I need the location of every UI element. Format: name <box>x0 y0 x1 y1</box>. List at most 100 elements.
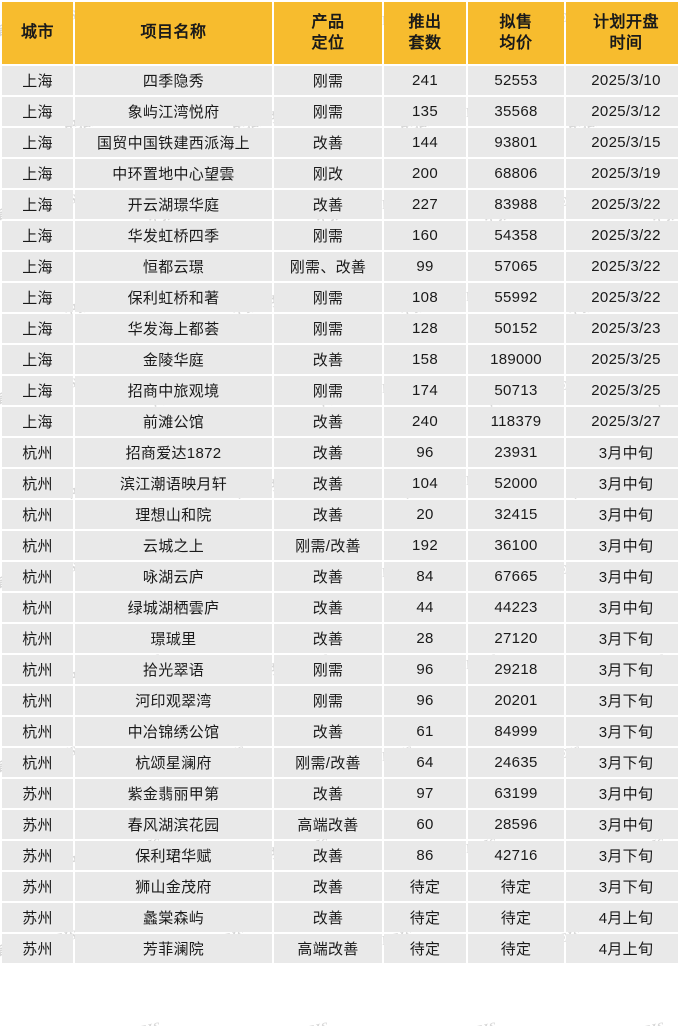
cell-launch-date: 3月下旬 <box>566 748 678 777</box>
cell-price: 57065 <box>468 252 564 281</box>
cell-city: 苏州 <box>2 810 73 839</box>
table-row: 上海 开云湖璟华庭 改善 227 83988 2025/3/22 <box>2 190 678 219</box>
cell-units: 96 <box>384 686 466 715</box>
cell-units: 86 <box>384 841 466 870</box>
table-row: 苏州 紫金翡丽甲第 改善 97 63199 3月中旬 <box>2 779 678 808</box>
column-header-city: 城市 <box>2 2 73 64</box>
cell-units: 158 <box>384 345 466 374</box>
cell-city: 上海 <box>2 128 73 157</box>
cell-product-type: 刚需/改善 <box>274 531 382 560</box>
cell-project: 象屿江湾悦府 <box>75 97 272 126</box>
cell-project: 开云湖璟华庭 <box>75 190 272 219</box>
cell-launch-date: 2025/3/23 <box>566 314 678 343</box>
cell-price: 待定 <box>468 872 564 901</box>
table-row: 上海 国贸中国铁建西派海上 改善 144 93801 2025/3/15 <box>2 128 678 157</box>
cell-product-type: 改善 <box>274 903 382 932</box>
cell-price: 待定 <box>468 903 564 932</box>
cell-price: 50713 <box>468 376 564 405</box>
cell-price: 189000 <box>468 345 564 374</box>
cell-product-type: 刚需 <box>274 314 382 343</box>
cell-price: 23931 <box>468 438 564 467</box>
cell-launch-date: 3月下旬 <box>566 686 678 715</box>
cell-city: 杭州 <box>2 469 73 498</box>
table-row: 杭州 滨江潮语映月轩 改善 104 52000 3月中旬 <box>2 469 678 498</box>
cell-project: 理想山和院 <box>75 500 272 529</box>
column-header-project: 项目名称 <box>75 2 272 64</box>
table-row: 苏州 保利珺华赋 改善 86 42716 3月下旬 <box>2 841 678 870</box>
cell-price: 待定 <box>468 934 564 963</box>
cell-units: 240 <box>384 407 466 436</box>
cell-launch-date: 3月中旬 <box>566 810 678 839</box>
cell-city: 上海 <box>2 345 73 374</box>
column-header-units-line2: 套数 <box>408 35 442 52</box>
cell-units: 20 <box>384 500 466 529</box>
cell-units: 97 <box>384 779 466 808</box>
table-row: 杭州 璟珹里 改善 28 27120 3月下旬 <box>2 624 678 653</box>
table-header: 城市 项目名称 产品 定位 推出 套数 拟售 均价 计划开盘 时间 <box>2 2 678 64</box>
cell-project: 杭颂星澜府 <box>75 748 272 777</box>
table-row: 杭州 河印观翠湾 刚需 96 20201 3月下旬 <box>2 686 678 715</box>
table-body: 上海 四季隐秀 刚需 241 52553 2025/3/10 上海 象屿江湾悦府 刚需 135 35… <box>2 66 678 963</box>
table-row: 上海 四季隐秀 刚需 241 52553 2025/3/10 <box>2 66 678 95</box>
new-offering-table: 城市 项目名称 产品 定位 推出 套数 拟售 均价 计划开盘 时间 上海 四季隐秀… <box>0 0 678 965</box>
cell-product-type: 刚改 <box>274 159 382 188</box>
cell-price: 55992 <box>468 283 564 312</box>
cell-product-type: 刚需/改善 <box>274 748 382 777</box>
cell-price: 93801 <box>468 128 564 157</box>
table-row: 杭州 招商爱达1872 改善 96 23931 3月中旬 <box>2 438 678 467</box>
cell-launch-date: 2025/3/12 <box>566 97 678 126</box>
cell-city: 杭州 <box>2 748 73 777</box>
cell-product-type: 高端改善 <box>274 934 382 963</box>
cell-project: 金陵华庭 <box>75 345 272 374</box>
cell-project: 四季隐秀 <box>75 66 272 95</box>
cell-project: 招商爱达1872 <box>75 438 272 467</box>
cell-launch-date: 3月下旬 <box>566 655 678 684</box>
cell-launch-date: 3月中旬 <box>566 500 678 529</box>
cell-units: 28 <box>384 624 466 653</box>
cell-city: 杭州 <box>2 717 73 746</box>
table-row: 杭州 绿城湖栖雲庐 改善 44 44223 3月中旬 <box>2 593 678 622</box>
column-header-product-type-line1: 产品 <box>311 13 345 31</box>
table-row: 苏州 春风湖滨花园 高端改善 60 28596 3月中旬 <box>2 810 678 839</box>
cell-product-type: 高端改善 <box>274 810 382 839</box>
cell-product-type: 改善 <box>274 717 382 746</box>
cell-city: 苏州 <box>2 934 73 963</box>
column-header-price-line2: 均价 <box>499 35 533 52</box>
cell-city: 上海 <box>2 252 73 281</box>
cell-launch-date: 2025/3/22 <box>566 283 678 312</box>
column-header-price: 拟售 均价 <box>468 2 564 64</box>
cell-launch-date: 2025/3/22 <box>566 252 678 281</box>
cell-price: 50152 <box>468 314 564 343</box>
cell-city: 杭州 <box>2 500 73 529</box>
column-header-product-type-line2: 定位 <box>311 35 345 52</box>
cell-launch-date: 2025/3/27 <box>566 407 678 436</box>
cell-units: 104 <box>384 469 466 498</box>
table-row: 上海 中环置地中心望雲 刚改 200 68806 2025/3/19 <box>2 159 678 188</box>
header-row: 城市 项目名称 产品 定位 推出 套数 拟售 均价 计划开盘 时间 <box>2 2 678 64</box>
cell-product-type: 刚需 <box>274 655 382 684</box>
cell-project: 璟珹里 <box>75 624 272 653</box>
cell-price: 29218 <box>468 655 564 684</box>
cell-units: 44 <box>384 593 466 622</box>
table-row: 苏州 狮山金茂府 改善 待定 待定 3月下旬 <box>2 872 678 901</box>
cell-city: 苏州 <box>2 872 73 901</box>
table-row: 上海 前滩公馆 改善 240 118379 2025/3/27 <box>2 407 678 436</box>
column-header-project-label: 项目名称 <box>140 24 207 42</box>
cell-product-type: 改善 <box>274 872 382 901</box>
cell-project: 中环置地中心望雲 <box>75 159 272 188</box>
cell-project: 蠡棠森屿 <box>75 903 272 932</box>
cell-price: 63199 <box>468 779 564 808</box>
cell-city: 杭州 <box>2 593 73 622</box>
table-row: 苏州 蠡棠森屿 改善 待定 待定 4月上旬 <box>2 903 678 932</box>
cell-price: 32415 <box>468 500 564 529</box>
cell-project: 中冶锦绣公馆 <box>75 717 272 746</box>
watermark-text: 中指数据 CREIS <box>398 1016 498 1026</box>
cell-city: 杭州 <box>2 531 73 560</box>
cell-price: 36100 <box>468 531 564 560</box>
table-row: 上海 华发海上都荟 刚需 128 50152 2025/3/23 <box>2 314 678 343</box>
cell-project: 保利珺华赋 <box>75 841 272 870</box>
cell-units: 待定 <box>384 934 466 963</box>
cell-launch-date: 3月下旬 <box>566 872 678 901</box>
cell-product-type: 改善 <box>274 624 382 653</box>
watermark-text: 中指数据 CREIS <box>566 1016 666 1026</box>
